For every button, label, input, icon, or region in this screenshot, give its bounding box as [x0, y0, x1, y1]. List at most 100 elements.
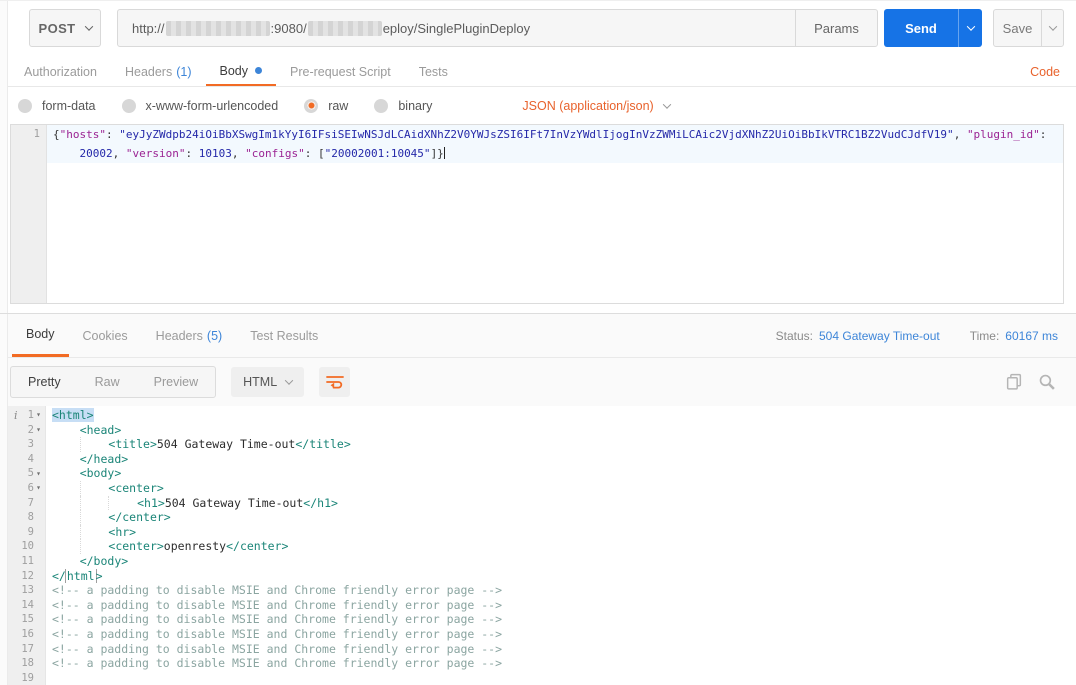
fold-toggle-icon[interactable]: ▾ [34, 411, 43, 419]
line-gutter: 14 [8, 598, 46, 613]
response-tabs: Body Cookies Headers (5) Test Results Status… [8, 314, 1076, 358]
response-tab-test-results[interactable]: Test Results [236, 314, 332, 357]
code-line: 7 <h1>504 Gateway Time-out</h1> [8, 495, 1076, 511]
tab-label: Tests [418, 64, 448, 79]
tab-pre-request-script[interactable]: Pre-request Script [276, 57, 405, 86]
view-preview[interactable]: Preview [137, 367, 215, 397]
line-number: 17 [21, 642, 34, 655]
code-token: 504 Gateway Time-out [156, 437, 296, 452]
status-label: Status: [775, 328, 813, 343]
view-raw[interactable]: Raw [78, 367, 137, 397]
code-token: <!-- a padding to disable MSIE and Chrom… [52, 583, 503, 598]
request-body-editor[interactable]: 1 {"hosts": "eyJyZWdpb24iOiBbXSwgIm1kYyI6… [10, 124, 1064, 304]
code-token: <!-- a padding to disable MSIE and Chrom… [52, 597, 503, 612]
code-token: , [953, 128, 967, 141]
fold-toggle-icon[interactable]: ▾ [34, 469, 43, 478]
code-token: { [53, 128, 60, 141]
save-options-button[interactable] [1041, 10, 1063, 46]
fold-toggle-icon[interactable]: ▾ [34, 425, 43, 434]
indent [79, 510, 109, 525]
body-type-raw[interactable]: raw [304, 98, 348, 113]
code-line: 17 <!-- a padding to disable MSIE and Chr… [8, 642, 1076, 657]
tab-headers[interactable]: Headers (1) [111, 57, 206, 86]
info-icon[interactable]: i [14, 409, 18, 422]
radio-button-icon [121, 98, 136, 113]
line-gutter: 16 [8, 627, 46, 642]
code-line-content: </center> [46, 510, 1076, 525]
code-token: <hr> [108, 524, 137, 539]
code-token: <!-- a padding to disable MSIE and Chrom… [52, 641, 503, 656]
code-line-content: <body> [46, 466, 1076, 481]
code-token: <head> [79, 422, 122, 437]
tab-label: Pre-request Script [290, 64, 391, 79]
line-number: 3 [27, 438, 34, 451]
line-number: 16 [21, 627, 34, 640]
response-actions [1005, 373, 1056, 391]
tab-authorization[interactable]: Authorization [10, 57, 111, 86]
tab-count-badge: (1) [176, 64, 192, 79]
code-token: , [112, 147, 126, 160]
code-line: 20002, "version": 10103, "configs": ["20… [11, 144, 1063, 163]
save-button[interactable]: Save [994, 10, 1041, 46]
line-gutter: 9 [8, 525, 46, 540]
code-line-content: <center>openresty</center> [46, 539, 1076, 554]
content-type-select[interactable]: JSON (application/json) [522, 99, 671, 113]
line-number: 10 [21, 540, 34, 553]
url-text-segment: http:// [132, 20, 165, 36]
code-line-content: <!-- a padding to disable MSIE and Chrom… [46, 612, 1076, 627]
line-gutter: 12 [8, 569, 46, 584]
line-gutter: 2 ▾ [8, 423, 46, 438]
indent [108, 495, 137, 511]
method-select[interactable]: POST [29, 9, 101, 47]
search-icon[interactable] [1038, 373, 1056, 391]
request-body-code: 1 {"hosts": "eyJyZWdpb24iOiBbXSwgIm1kYyI6… [11, 125, 1063, 163]
line-number: 11 [21, 554, 34, 567]
format-select[interactable]: HTML [231, 366, 305, 397]
response-section: Body Cookies Headers (5) Test Results Status… [8, 314, 1076, 406]
code-link[interactable]: Code [1030, 57, 1060, 87]
view-pretty[interactable]: Pretty [11, 367, 78, 397]
time-value[interactable]: 60167 ms [1005, 329, 1058, 343]
tab-label: Headers [155, 328, 203, 343]
url-input[interactable]: http://:9080/eploy/SinglePluginDeploy [118, 10, 795, 46]
code-token: html [64, 568, 97, 584]
body-type-x-www-form-urlencoded[interactable]: x-www-form-urlencoded [121, 98, 279, 113]
tab-label: Body [219, 63, 249, 78]
chevron-down-icon [284, 375, 294, 385]
code-line: 12 </html> [8, 568, 1076, 584]
url-field-group: http://:9080/eploy/SinglePluginDeploy Pa… [117, 9, 878, 47]
response-tab-cookies[interactable]: Cookies [69, 314, 142, 357]
line-gutter: 6 ▾ [8, 481, 46, 496]
status-value[interactable]: 504 Gateway Time-out [819, 329, 940, 343]
copy-icon[interactable] [1005, 373, 1023, 391]
response-body-editor[interactable]: i 1 ▾ <html> 2 ▾ <head> 3 <title>504 Gateway … [8, 406, 1076, 685]
line-number: 13 [21, 584, 34, 597]
code-token: : [ [304, 147, 325, 160]
code-token: , [231, 147, 246, 160]
params-button[interactable]: Params [795, 10, 877, 46]
send-button[interactable]: Send [884, 9, 958, 47]
send-options-button[interactable] [958, 9, 982, 47]
response-tab-body[interactable]: Body [12, 314, 69, 357]
save-button-group: Save [993, 9, 1064, 47]
code-token: </ [52, 568, 66, 583]
radio-label: x-www-form-urlencoded [145, 98, 279, 113]
tab-tests[interactable]: Tests [405, 57, 462, 86]
code-token: </h1> [303, 495, 338, 510]
response-view-switch: Pretty Raw Preview [10, 365, 217, 398]
code-line: 11 </body> [8, 554, 1076, 569]
line-gutter: 19 [8, 671, 46, 685]
code-line: 10 <center>openresty</center> [8, 539, 1076, 554]
body-type-binary[interactable]: binary [374, 98, 432, 113]
code-token: <h1> [137, 495, 165, 510]
wrap-lines-button[interactable] [319, 366, 351, 397]
tab-body[interactable]: Body [205, 57, 276, 86]
url-bar: POST http://:9080/eploy/SinglePluginDepl… [29, 9, 1064, 47]
body-type-form-data[interactable]: form-data [18, 98, 96, 113]
code-token: <body> [79, 466, 122, 481]
radio-label: form-data [42, 98, 96, 113]
response-tab-headers[interactable]: Headers (5) [142, 314, 237, 357]
fold-toggle-icon[interactable]: ▾ [34, 484, 43, 492]
